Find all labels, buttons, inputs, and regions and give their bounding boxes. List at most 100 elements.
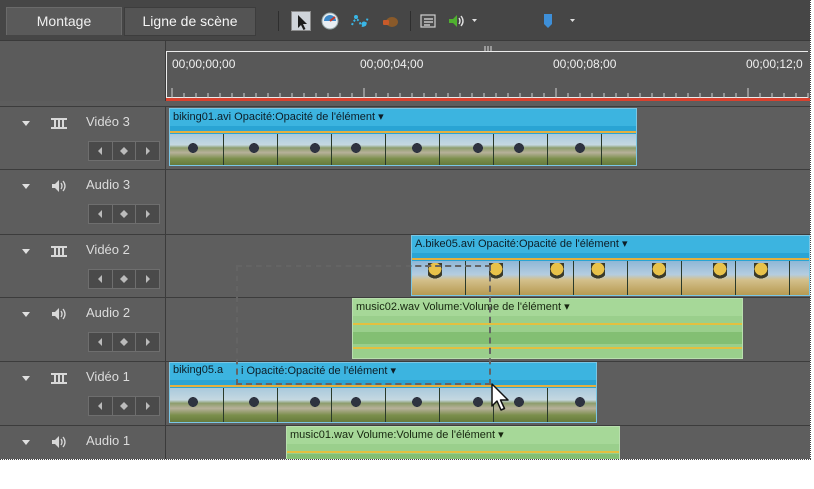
track-name: Audio 1 — [86, 433, 131, 448]
cyclist-figure — [247, 140, 261, 160]
clip-frame-thumbnail — [332, 134, 386, 165]
add-keyframe-button[interactable] — [113, 270, 137, 288]
track-header-spacer — [0, 41, 166, 101]
cyclist-figure — [247, 394, 261, 414]
collapse-triangle-icon[interactable] — [22, 376, 30, 381]
cyclist-figure — [349, 140, 363, 160]
collapse-triangle-icon[interactable] — [22, 312, 30, 317]
ruler-ticks — [171, 88, 809, 98]
tab-montage[interactable]: Montage — [6, 7, 122, 35]
film-track-icon — [49, 370, 69, 386]
clip-label: A.bike05.avi Opacité:Opacité de l'élémen… — [415, 238, 628, 250]
clip-frame-thumbnail — [602, 134, 636, 165]
clip-frame-thumbnail — [224, 134, 278, 165]
zoom-grip-icon[interactable] — [484, 46, 494, 51]
cyclist-figure — [471, 394, 485, 414]
keyframe-controls — [88, 332, 160, 352]
clip-frame-thumbnail — [224, 388, 278, 422]
cyclist-figure — [186, 140, 200, 160]
track-header: Vidéo 1 — [0, 362, 166, 425]
properties-icon[interactable] — [418, 11, 438, 31]
cyclist-figure — [471, 140, 485, 160]
toolbar-divider — [278, 11, 279, 31]
cyclist-figure — [713, 263, 727, 283]
clip-thumbnails — [170, 388, 596, 422]
next-keyframe-button[interactable] — [136, 333, 159, 351]
clip-label: biking01.avi Opacité:Opacité de l'élémen… — [173, 111, 384, 123]
collapse-triangle-icon[interactable] — [22, 440, 30, 445]
clip-frame-thumbnail — [628, 261, 682, 295]
next-keyframe-button[interactable] — [136, 397, 159, 415]
opacity-line[interactable] — [170, 385, 596, 387]
smart-mix-icon[interactable] — [350, 11, 370, 31]
clip-frame-thumbnail — [682, 261, 736, 295]
timecode-label: 00;00;08;00 — [553, 57, 617, 71]
collapse-triangle-icon[interactable] — [22, 184, 30, 189]
next-keyframe-button[interactable] — [136, 142, 159, 160]
audio-sweep-icon[interactable] — [380, 11, 400, 31]
next-keyframe-button[interactable] — [136, 205, 159, 223]
track-audio-3: Audio 3 — [0, 169, 810, 234]
cyclist-figure — [489, 263, 503, 283]
add-keyframe-button[interactable] — [113, 397, 137, 415]
prev-keyframe-button[interactable] — [89, 142, 113, 160]
track-name: Vidéo 1 — [86, 369, 130, 384]
track-header: Audio 3 — [0, 170, 166, 234]
cyclist-figure — [573, 140, 587, 160]
clip-frame-thumbnail — [548, 388, 596, 422]
clip-frame-thumbnail — [574, 261, 628, 295]
volume-line[interactable] — [287, 451, 619, 453]
keyframe-controls — [88, 141, 160, 161]
timecode-label: 00;00;00;00 — [172, 57, 236, 71]
clip-frame-thumbnail — [736, 261, 790, 295]
current-time-range-line — [166, 98, 810, 101]
volume-menu-icon[interactable] — [446, 11, 480, 31]
speaker-track-icon — [49, 306, 69, 322]
add-keyframe-button[interactable] — [113, 142, 137, 160]
film-track-icon — [49, 243, 69, 259]
clip-frame-thumbnail — [386, 388, 440, 422]
prev-keyframe-button[interactable] — [89, 205, 113, 223]
prev-keyframe-button[interactable] — [89, 333, 113, 351]
clip-frame-thumbnail — [278, 134, 332, 165]
track-name: Audio 2 — [86, 305, 131, 320]
pointer-tool-icon[interactable] — [291, 11, 311, 31]
tab-scene-line[interactable]: Ligne de scène — [124, 7, 256, 36]
cyclist-figure — [512, 394, 526, 414]
prev-keyframe-button[interactable] — [89, 270, 113, 288]
add-keyframe-button[interactable] — [113, 205, 137, 223]
marker-menu-icon[interactable] — [540, 11, 580, 31]
next-keyframe-button[interactable] — [136, 270, 159, 288]
cyclist-figure — [512, 140, 526, 160]
prev-keyframe-button[interactable] — [89, 397, 113, 415]
selection-marquee — [236, 265, 491, 385]
speaker-track-icon — [49, 178, 69, 194]
opacity-line[interactable] — [170, 131, 636, 133]
time-stretch-icon[interactable] — [320, 11, 340, 31]
add-keyframe-button[interactable] — [113, 333, 137, 351]
cyclist-figure — [591, 263, 605, 283]
clip-label: biking05.a — [173, 364, 224, 376]
track-name: Audio 3 — [86, 177, 131, 192]
mouse-cursor-icon — [491, 383, 509, 411]
opacity-line[interactable] — [412, 258, 809, 260]
cyclist-figure — [573, 394, 587, 414]
cyclist-figure — [349, 394, 363, 414]
clip-frame-thumbnail — [170, 388, 224, 422]
timecode-label: 00;00;04;00 — [360, 57, 424, 71]
frame-edge — [0, 459, 811, 460]
track-header: Vidéo 3 — [0, 107, 166, 169]
cyclist-figure — [186, 394, 200, 414]
clip-frame-thumbnail — [278, 388, 332, 422]
cyclist-figure — [410, 394, 424, 414]
track-header: Audio 1 — [0, 426, 166, 459]
panel-tab-bar: Montage Ligne de scène — [0, 0, 810, 41]
clip-frame-thumbnail — [440, 388, 494, 422]
clip-frame-thumbnail — [170, 134, 224, 165]
video-clip-biking01[interactable]: biking01.avi Opacité:Opacité de l'élémen… — [169, 108, 637, 166]
keyframe-controls — [88, 204, 160, 224]
audio-clip-music01[interactable]: music01.wav Volume:Volume de l'élément ▾ — [286, 426, 620, 459]
track-header: Audio 2 — [0, 298, 166, 361]
collapse-triangle-icon[interactable] — [22, 121, 30, 126]
collapse-triangle-icon[interactable] — [22, 249, 30, 254]
